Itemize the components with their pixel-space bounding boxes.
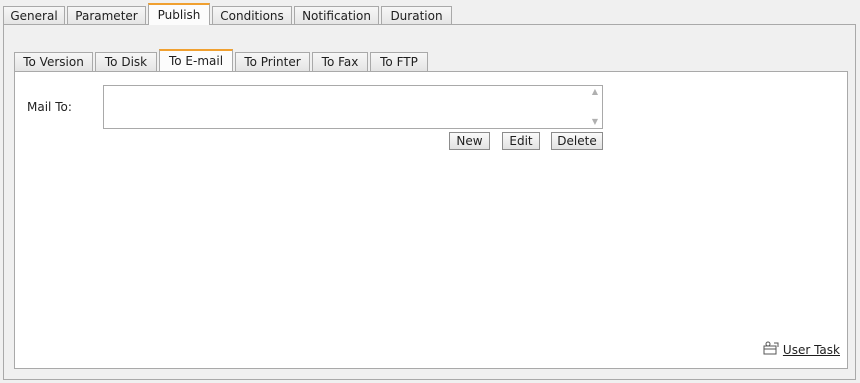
scroll-up-icon[interactable]: ▲ — [592, 86, 598, 98]
top-tab-strip: General Parameter Publish Conditions Not… — [3, 3, 454, 25]
tab-to-disk[interactable]: To Disk — [95, 52, 157, 71]
edit-button[interactable]: Edit — [502, 132, 540, 150]
tab-to-email[interactable]: To E-mail — [159, 49, 233, 71]
task-properties-window: General Parameter Publish Conditions Not… — [0, 0, 860, 383]
user-task-icon — [763, 341, 779, 358]
tab-to-printer[interactable]: To Printer — [235, 52, 310, 71]
mail-to-label: Mail To: — [27, 100, 72, 114]
user-task-label: User Task — [782, 342, 840, 357]
tab-parameter[interactable]: Parameter — [67, 6, 146, 25]
tab-duration[interactable]: Duration — [381, 6, 452, 25]
scroll-down-icon[interactable]: ▼ — [592, 116, 598, 128]
tab-general[interactable]: General — [3, 6, 65, 25]
tab-to-ftp[interactable]: To FTP — [370, 52, 428, 71]
tab-notification[interactable]: Notification — [294, 6, 379, 25]
mail-to-scrollbar[interactable]: ▲ ▼ — [588, 86, 602, 128]
publish-panel: To Version To Disk To E-mail To Printer … — [3, 24, 856, 380]
tab-conditions[interactable]: Conditions — [212, 6, 292, 25]
delete-button[interactable]: Delete — [551, 132, 603, 150]
mail-to-list[interactable]: ▲ ▼ — [103, 85, 603, 129]
tab-to-fax[interactable]: To Fax — [312, 52, 368, 71]
email-panel: Mail To: ▲ ▼ New Edit Delete User Task — [14, 71, 848, 369]
new-button[interactable]: New — [449, 132, 490, 150]
tab-to-version[interactable]: To Version — [14, 52, 93, 71]
tab-publish[interactable]: Publish — [148, 3, 210, 25]
publish-tab-strip: To Version To Disk To E-mail To Printer … — [14, 48, 430, 71]
user-task-link[interactable]: User Task — [763, 341, 840, 358]
